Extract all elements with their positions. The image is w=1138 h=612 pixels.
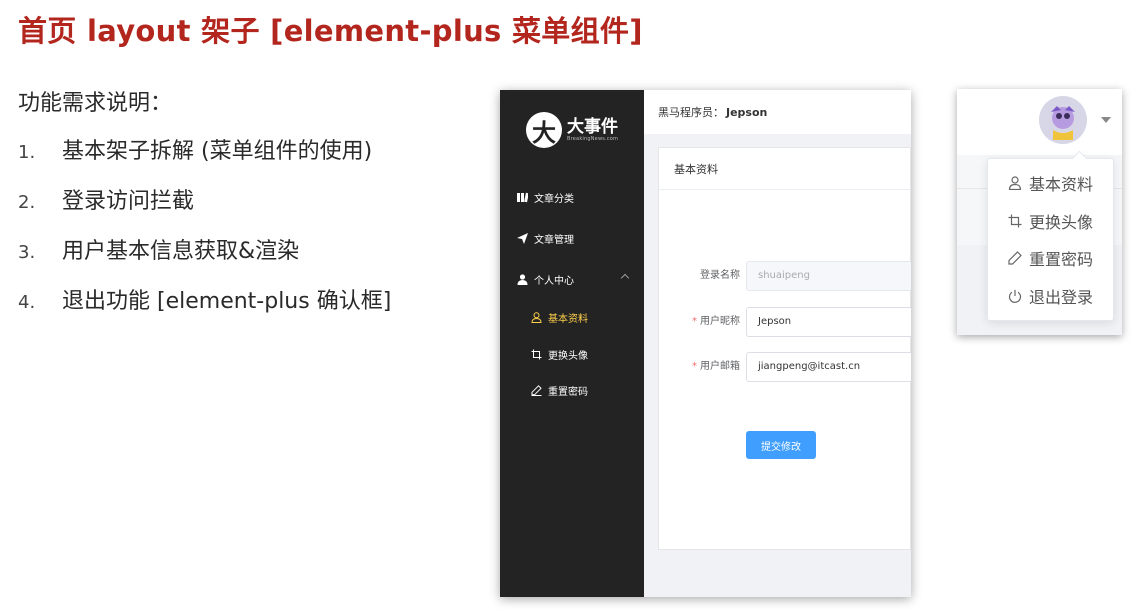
dropdown-item-reset-password[interactable]: 重置密码 [988,240,1113,276]
edit-pen-icon [1007,250,1023,266]
caret-down-icon[interactable] [1101,117,1111,123]
sidebar-item-label: 文章分类 [534,193,574,205]
logo-name: 大事件 [567,116,618,137]
app-header: 黑马程序员： Jepson [644,90,911,134]
requirement-text: 基本架子拆解 (菜单组件的使用) [62,139,373,164]
paper-plane-icon [516,232,528,244]
sidebar-item-label: 基本资料 [548,313,588,325]
requirement-item: 1. 基本架子拆解 (菜单组件的使用) [18,133,391,183]
app-logo: 大 大事件 BreakingNews.com [526,112,618,148]
sidebar-item-personal-center[interactable]: 个人中心 [500,267,644,291]
sidebar-subitem-change-avatar[interactable]: 更换头像 [500,342,644,366]
dropdown-item-label: 退出登录 [1029,288,1094,307]
header-username: Jepson [726,105,768,119]
sidebar: 大 大事件 BreakingNews.com 文章分类 文章管理 个人中心 基本… [500,90,644,597]
dropdown-item-label: 重置密码 [1029,250,1094,269]
requirement-item: 2. 登录访问拦截 [18,183,391,233]
dropdown-item-change-avatar[interactable]: 更换头像 [988,203,1113,239]
dropdown-item-label: 基本资料 [1029,175,1094,194]
requirement-number: 2. [18,192,36,213]
requirement-number: 3. [18,242,36,263]
requirements-list: 1. 基本架子拆解 (菜单组件的使用) 2. 登录访问拦截 3. 用户基本信息获… [18,133,391,333]
user-icon [516,273,528,285]
dropdown-header [957,89,1122,155]
logo-mark: 大 [526,112,562,148]
sidebar-subitem-reset-password[interactable]: 重置密码 [500,378,644,402]
category-icon [516,191,528,203]
crop-icon [530,348,542,360]
profile-card: 基本资料 登录名称 shuaipeng * 用户昵称 Jepson * 用户邮箱 j… [658,147,911,550]
requirement-item: 4. 退出功能 [element-plus 确认框] [18,283,391,333]
dropdown-item-label: 更换头像 [1029,213,1094,232]
sidebar-subitem-basic-profile[interactable]: 基本资料 [500,305,644,329]
chevron-up-icon [620,273,630,283]
user-outline-icon [530,311,542,323]
sidebar-item-article-manage[interactable]: 文章管理 [500,226,644,250]
requirement-text: 登录访问拦截 [62,189,195,214]
crop-icon [1007,213,1023,229]
field-label: 用户邮箱 [700,361,740,372]
form-row-email: * 用户邮箱 jiangpeng@itcast.cn [659,352,911,382]
sidebar-item-label: 更换头像 [548,350,588,362]
header-prefix: 黑马程序员： [658,106,724,119]
dropdown-item-logout[interactable]: 退出登录 [988,278,1113,314]
requirement-number: 4. [18,292,36,313]
requirement-text: 退出功能 [element-plus 确认框] [62,289,392,314]
logo-subtitle: BreakingNews.com [567,135,619,142]
email-field[interactable]: jiangpeng@itcast.cn [746,352,911,382]
sidebar-item-label: 个人中心 [534,275,574,287]
requirement-number: 1. [18,142,36,163]
required-mark: * [692,361,697,372]
form-row-nickname: * 用户昵称 Jepson [659,307,911,337]
user-outline-icon [1007,175,1023,191]
requirements-intro: 功能需求说明： [18,91,173,116]
sidebar-item-label: 文章管理 [534,234,574,246]
edit-pen-icon [530,384,542,396]
dropdown-menu: 基本资料 更换头像 重置密码 退出登录 [987,158,1114,321]
field-label: 用户昵称 [700,316,740,327]
requirement-item: 3. 用户基本信息获取&渲染 [18,233,391,283]
field-label: 登录名称 [700,270,740,281]
sidebar-item-label: 重置密码 [548,386,588,398]
dropdown-screenshot: 基本资料 更换头像 重置密码 退出登录 [957,89,1122,335]
sidebar-item-article-category[interactable]: 文章分类 [500,185,644,209]
login-name-field: shuaipeng [746,261,911,291]
requirement-text: 用户基本信息获取&渲染 [62,239,300,264]
submit-button[interactable]: 提交修改 [746,431,816,459]
slide-title: 首页 layout 架子 [element-plus 菜单组件] [18,14,643,48]
dropdown-item-basic-profile[interactable]: 基本资料 [988,165,1113,201]
power-icon [1007,288,1023,304]
form-row-login-name: 登录名称 shuaipeng [659,261,911,291]
required-mark: * [692,316,697,327]
card-title: 基本资料 [659,148,910,190]
app-screenshot: 大 大事件 BreakingNews.com 文章分类 文章管理 个人中心 基本… [500,90,911,597]
avatar[interactable] [1039,96,1087,144]
nickname-field[interactable]: Jepson [746,307,911,337]
